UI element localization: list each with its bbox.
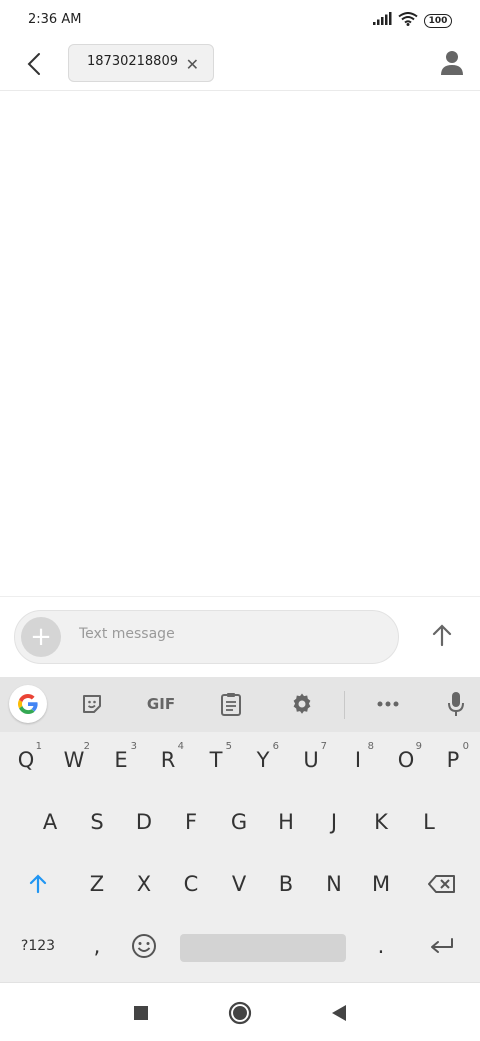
enter-key[interactable] bbox=[418, 921, 466, 971]
key-row-2: A S D F G H J K L bbox=[0, 797, 480, 847]
contact-button[interactable] bbox=[440, 50, 464, 76]
key-d[interactable]: D bbox=[120, 797, 168, 847]
key-m[interactable]: M bbox=[357, 859, 405, 909]
key-p[interactable]: P0 bbox=[429, 735, 477, 785]
message-input[interactable] bbox=[79, 626, 379, 642]
status-time: 2:36 AM bbox=[28, 12, 82, 27]
key-q[interactable]: Q1 bbox=[2, 735, 50, 785]
status-bar: 2:36 AM 100 bbox=[0, 0, 480, 38]
home-button[interactable] bbox=[227, 1000, 253, 1026]
backspace-icon bbox=[428, 875, 455, 893]
square-icon bbox=[134, 1006, 148, 1020]
triangle-back-icon bbox=[332, 1005, 346, 1021]
person-icon bbox=[441, 51, 463, 75]
emoji-key[interactable] bbox=[120, 921, 168, 971]
voice-input-button[interactable] bbox=[440, 687, 472, 721]
sticker-button[interactable] bbox=[74, 687, 110, 721]
home-circle-icon bbox=[228, 1001, 252, 1025]
key-h[interactable]: H bbox=[262, 797, 310, 847]
navigation-bar bbox=[0, 982, 480, 1041]
period-key[interactable]: . bbox=[357, 921, 405, 971]
gif-button[interactable]: GIF bbox=[140, 687, 182, 721]
message-list bbox=[0, 91, 480, 596]
microphone-icon bbox=[448, 692, 464, 716]
key-k[interactable]: K bbox=[357, 797, 405, 847]
key-f[interactable]: F bbox=[167, 797, 215, 847]
backspace-key[interactable] bbox=[418, 859, 466, 909]
message-composer: + bbox=[0, 596, 480, 677]
key-l[interactable]: L bbox=[405, 797, 453, 847]
signal-icon bbox=[372, 11, 392, 30]
remove-recipient-icon[interactable]: ✕ bbox=[186, 55, 199, 74]
shift-key[interactable] bbox=[14, 859, 62, 909]
key-c[interactable]: C bbox=[167, 859, 215, 909]
key-v[interactable]: V bbox=[215, 859, 263, 909]
key-z[interactable]: Z bbox=[73, 859, 121, 909]
keyboard-toolbar: GIF bbox=[0, 677, 480, 732]
shift-arrow-icon bbox=[29, 874, 47, 894]
back-arrow-icon bbox=[27, 53, 40, 75]
key-o[interactable]: O9 bbox=[382, 735, 430, 785]
key-e[interactable]: E3 bbox=[97, 735, 145, 785]
clipboard-icon bbox=[221, 693, 241, 716]
battery-icon: 100 bbox=[424, 13, 452, 28]
key-i[interactable]: I8 bbox=[334, 735, 382, 785]
key-row-4: ?123 , . bbox=[0, 921, 480, 977]
key-row-1: Q1 W2 E3 R4 T5 Y6 U7 I8 O9 P0 bbox=[0, 735, 480, 785]
system-icons: 100 bbox=[372, 11, 452, 30]
back-button[interactable] bbox=[18, 48, 50, 80]
enter-icon bbox=[431, 938, 453, 953]
message-box: + bbox=[14, 610, 399, 664]
more-icon bbox=[377, 701, 399, 707]
symbols-key[interactable]: ?123 bbox=[14, 921, 62, 971]
key-a[interactable]: A bbox=[26, 797, 74, 847]
recipient-chip[interactable]: 18730218809 ✕ bbox=[68, 44, 214, 82]
conversation-header: 18730218809 ✕ bbox=[0, 38, 480, 91]
key-j[interactable]: J bbox=[310, 797, 358, 847]
space-key[interactable] bbox=[180, 934, 346, 962]
toolbar-divider bbox=[344, 691, 345, 719]
key-b[interactable]: B bbox=[262, 859, 310, 909]
key-w[interactable]: W2 bbox=[50, 735, 98, 785]
google-button[interactable] bbox=[9, 685, 47, 723]
key-s[interactable]: S bbox=[73, 797, 121, 847]
key-row-3: Z X C V B N M bbox=[0, 859, 480, 909]
more-button[interactable] bbox=[370, 687, 406, 721]
key-n[interactable]: N bbox=[310, 859, 358, 909]
emoji-icon bbox=[132, 934, 156, 958]
sticker-icon bbox=[83, 695, 101, 713]
recipient-number: 18730218809 bbox=[87, 54, 178, 69]
wifi-icon bbox=[398, 11, 418, 30]
key-t[interactable]: T5 bbox=[192, 735, 240, 785]
keyboard: GIF Q1 W2 E3 R4 T5 Y6 U7 I8 O9 P0 A S D … bbox=[0, 677, 480, 982]
key-g[interactable]: G bbox=[215, 797, 263, 847]
key-u[interactable]: U7 bbox=[287, 735, 335, 785]
back-nav-button[interactable] bbox=[326, 1000, 352, 1026]
settings-button[interactable] bbox=[284, 687, 320, 721]
key-x[interactable]: X bbox=[120, 859, 168, 909]
send-button[interactable] bbox=[426, 619, 458, 651]
clipboard-button[interactable] bbox=[213, 687, 249, 721]
google-g-icon bbox=[18, 694, 38, 714]
key-r[interactable]: R4 bbox=[144, 735, 192, 785]
recents-button[interactable] bbox=[128, 1000, 154, 1026]
attach-button[interactable]: + bbox=[21, 617, 61, 657]
arrow-up-icon bbox=[432, 624, 452, 647]
key-y[interactable]: Y6 bbox=[239, 735, 287, 785]
comma-key[interactable]: , bbox=[73, 921, 121, 971]
gear-icon bbox=[293, 693, 311, 714]
